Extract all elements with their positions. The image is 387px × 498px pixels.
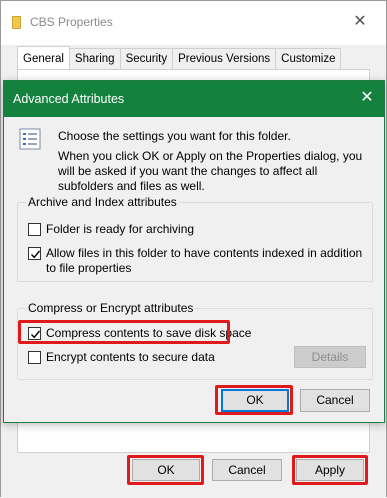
advanced-ok-button[interactable]: OK [221, 389, 289, 412]
advanced-titlebar: Advanced Attributes ✕ [4, 81, 384, 117]
checkmark-icon [30, 330, 41, 339]
tab-sharing[interactable]: Sharing [68, 48, 121, 70]
index-checkbox[interactable] [28, 247, 41, 260]
index-option[interactable]: Allow files in this folder to have conte… [28, 246, 368, 276]
compress-option-label: Compress contents to save disk space [46, 326, 252, 340]
advanced-cancel-button[interactable]: Cancel [300, 389, 370, 412]
intro-paragraph: When you click OK or Apply on the Proper… [58, 149, 363, 193]
archive-group-label: Archive and Index attributes [26, 195, 179, 209]
checkmark-icon [30, 250, 41, 259]
compress-group-label: Compress or Encrypt attributes [26, 301, 196, 315]
details-button[interactable]: Details [294, 346, 366, 368]
properties-titlebar: CBS Properties ✕ [1, 1, 386, 45]
properties-apply-button[interactable]: Apply [296, 459, 364, 481]
advanced-attributes-dialog: Advanced Attributes ✕ Choose the setting… [3, 80, 385, 423]
advanced-title: Advanced Attributes [13, 92, 125, 106]
intro-line: Choose the settings you want for this fo… [58, 129, 291, 143]
tab-previous-versions[interactable]: Previous Versions [172, 48, 277, 70]
close-icon[interactable]: ✕ [356, 87, 378, 109]
compress-encrypt-group: Compress or Encrypt attributes Compress … [17, 301, 373, 380]
encrypt-option-label: Encrypt contents to secure data [46, 350, 215, 364]
tab-general[interactable]: General [17, 46, 70, 70]
index-option-label: Allow files in this folder to have conte… [46, 246, 363, 275]
close-icon[interactable]: ✕ [350, 11, 370, 31]
encrypt-option[interactable]: Encrypt contents to secure data [28, 350, 228, 366]
tab-customize[interactable]: Customize [275, 48, 342, 70]
archive-option[interactable]: Folder is ready for archiving [28, 222, 368, 238]
properties-title: CBS Properties [30, 15, 113, 29]
archive-checkbox[interactable] [28, 223, 41, 236]
archive-option-label: Folder is ready for archiving [46, 222, 195, 236]
info-list-icon [19, 128, 41, 150]
folder-icon [12, 16, 21, 29]
properties-tabs: General Sharing Security Previous Versio… [17, 46, 342, 70]
compress-option[interactable]: Compress contents to save disk space [28, 326, 251, 342]
compress-checkbox[interactable] [28, 327, 41, 340]
archive-index-group: Archive and Index attributes Folder is r… [17, 195, 373, 282]
encrypt-checkbox[interactable] [28, 351, 41, 364]
properties-cancel-button[interactable]: Cancel [212, 459, 282, 481]
properties-ok-button[interactable]: OK [132, 459, 200, 481]
tab-security[interactable]: Security [119, 48, 174, 70]
